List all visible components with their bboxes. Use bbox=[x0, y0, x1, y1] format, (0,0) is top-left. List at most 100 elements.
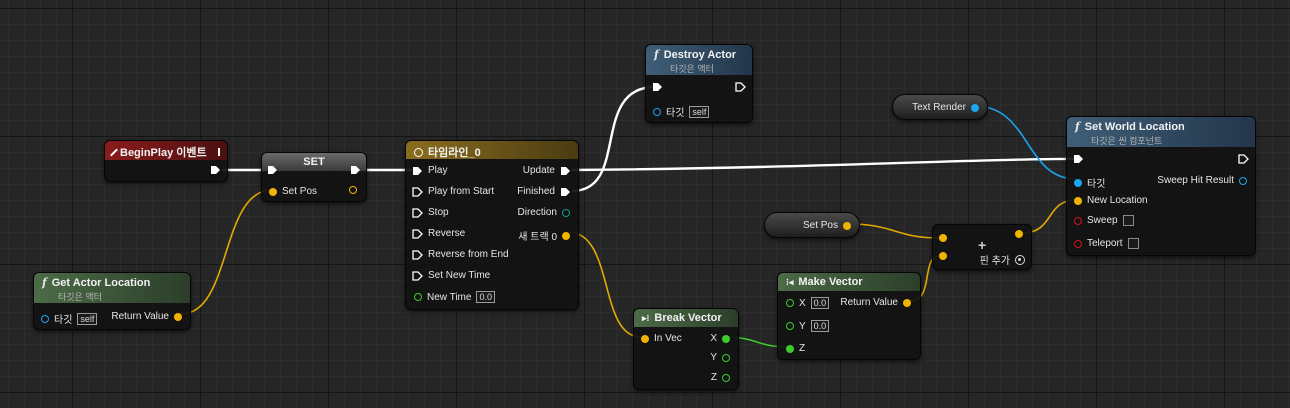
exec-out-pin[interactable] bbox=[1238, 154, 1249, 164]
sweep-pin[interactable] bbox=[1074, 216, 1082, 225]
destroy-title: Destroy Actor bbox=[663, 48, 737, 61]
x-out-pin[interactable] bbox=[722, 334, 730, 343]
stop-label: Stop bbox=[428, 207, 449, 218]
setpos-getter-node[interactable]: Set Pos bbox=[764, 212, 860, 238]
timeline-node[interactable]: 타임라인_0 Play Play from Start Stop Reverse… bbox=[405, 140, 579, 310]
text-render-label: Text Render bbox=[912, 102, 966, 113]
sweep-label: Sweep bbox=[1087, 215, 1118, 226]
break-vector-node[interactable]: ▸⁝ Break Vector In Vec X Y Z bbox=[633, 308, 739, 390]
finished-exec-pin[interactable] bbox=[560, 187, 571, 197]
new-location-pin[interactable] bbox=[1074, 196, 1082, 205]
event-delegate-icon bbox=[217, 148, 220, 156]
target-pin[interactable] bbox=[653, 107, 661, 116]
teleport-label: Teleport bbox=[1087, 238, 1123, 249]
play-exec-pin[interactable] bbox=[412, 166, 423, 176]
destroy-actor-node[interactable]: f Destroy Actor 타깃은 액터 타깃 self bbox=[645, 44, 753, 123]
target-label: 타깃 bbox=[666, 108, 685, 119]
y-input[interactable]: 0.0 bbox=[810, 320, 830, 332]
direction-label: Direction bbox=[517, 207, 557, 218]
z-out-pin[interactable] bbox=[722, 373, 730, 382]
new-track-label: 새 트랙 0 bbox=[518, 232, 557, 243]
vector-wire-setpos-add bbox=[847, 223, 941, 239]
target-pin[interactable] bbox=[1074, 178, 1082, 187]
makevec-title: Make Vector bbox=[798, 276, 863, 288]
f-icon: f bbox=[42, 276, 47, 289]
target-label: 타깃 bbox=[54, 315, 73, 326]
reverse-exec-pin[interactable] bbox=[412, 228, 423, 239]
set-world-location-node[interactable]: f Set World Location 타깃은 씬 컴포넌트 타깃 Sweep … bbox=[1066, 116, 1256, 256]
set-new-time-label: Set New Time bbox=[428, 270, 491, 281]
play-label: Play bbox=[428, 165, 448, 176]
beginplay-node[interactable]: BeginPlay 이벤트 bbox=[104, 140, 228, 182]
break-struct-icon: ▸⁝ bbox=[642, 312, 650, 323]
direction-pin[interactable] bbox=[562, 208, 570, 217]
new-time-input[interactable]: 0.0 bbox=[476, 291, 495, 303]
finished-label: Finished bbox=[517, 186, 555, 197]
y-label: Y bbox=[710, 352, 717, 363]
sweep-checkbox[interactable] bbox=[1122, 215, 1134, 226]
getloc-subtitle: 타깃은 액터 bbox=[58, 292, 102, 302]
event-diamond-icon bbox=[110, 148, 118, 156]
timeline-title: 타임라인_0 bbox=[428, 147, 481, 159]
z-label: Z bbox=[799, 343, 806, 354]
setworld-title: Set World Location bbox=[1084, 120, 1185, 133]
add-pin-icon[interactable] bbox=[1015, 254, 1025, 265]
set-new-time-exec-pin[interactable] bbox=[412, 270, 423, 281]
teleport-pin[interactable] bbox=[1074, 239, 1082, 248]
target-pin[interactable] bbox=[41, 314, 49, 323]
return-value-pin[interactable] bbox=[174, 312, 182, 321]
breakvec-title: Break Vector bbox=[654, 312, 722, 324]
target-self-value[interactable]: self bbox=[689, 105, 710, 118]
make-vector-node[interactable]: ⁝◂ Make Vector X 0.0 Y 0.0 Z Return Value bbox=[777, 272, 921, 360]
z-label: Z bbox=[710, 372, 717, 383]
add-pin-label[interactable]: 핀 추가 bbox=[980, 252, 1010, 267]
target-self-value[interactable]: self bbox=[77, 312, 98, 325]
setpos-getter-label: Set Pos bbox=[802, 220, 838, 231]
setworld-subtitle: 타깃은 씬 컴포넌트 bbox=[1091, 136, 1163, 146]
y-out-pin[interactable] bbox=[722, 353, 730, 362]
setpos-in-pin[interactable] bbox=[269, 187, 277, 196]
update-exec-pin[interactable] bbox=[560, 166, 571, 176]
teleport-checkbox[interactable] bbox=[1127, 238, 1139, 249]
play-from-start-exec-pin[interactable] bbox=[412, 186, 423, 197]
f-icon: f bbox=[1075, 120, 1080, 133]
text-render-pin[interactable] bbox=[971, 103, 979, 112]
text-render-node[interactable]: Text Render bbox=[892, 94, 988, 120]
add-in-a-pin[interactable] bbox=[939, 234, 947, 242]
y-in-pin[interactable] bbox=[786, 322, 794, 330]
vector-wire-getloc-setpos bbox=[180, 189, 273, 315]
setpos-getter-pin[interactable] bbox=[843, 221, 851, 230]
exec-in-pin[interactable] bbox=[1073, 154, 1084, 164]
setpos-out-pin[interactable] bbox=[349, 186, 357, 194]
exec-in-pin[interactable] bbox=[652, 82, 663, 92]
make-struct-icon: ⁝◂ bbox=[786, 276, 794, 287]
in-vec-pin[interactable] bbox=[641, 334, 649, 343]
x-label: X bbox=[710, 333, 717, 344]
f-icon: f bbox=[654, 48, 659, 61]
stop-exec-pin[interactable] bbox=[412, 207, 423, 218]
return-value-label: Return Value bbox=[111, 311, 169, 322]
sweep-hit-pin[interactable] bbox=[1239, 176, 1247, 185]
exec-out-pin[interactable] bbox=[210, 165, 221, 175]
new-location-label: New Location bbox=[1087, 195, 1148, 206]
destroy-subtitle: 타깃은 액터 bbox=[670, 64, 714, 74]
new-track-pin[interactable] bbox=[562, 231, 570, 240]
exec-out-pin[interactable] bbox=[735, 82, 746, 92]
reverse-from-end-exec-pin[interactable] bbox=[412, 249, 423, 260]
add-out-pin[interactable] bbox=[1015, 230, 1023, 238]
exec-out-pin[interactable] bbox=[350, 165, 361, 175]
new-time-pin[interactable] bbox=[414, 293, 422, 301]
play-from-start-label: Play from Start bbox=[428, 186, 495, 197]
z-in-pin[interactable] bbox=[786, 344, 794, 353]
set-node[interactable]: SET Set Pos bbox=[261, 152, 367, 202]
exec-in-pin[interactable] bbox=[267, 165, 278, 175]
x-input[interactable]: 0.0 bbox=[810, 297, 830, 309]
beginplay-title: BeginPlay 이벤트 bbox=[120, 147, 207, 159]
sweep-hit-label: Sweep Hit Result bbox=[1157, 175, 1234, 186]
get-actor-location-node[interactable]: f Get Actor Location 타깃은 액터 타깃 self Return… bbox=[33, 272, 191, 330]
x-in-pin[interactable] bbox=[786, 299, 794, 307]
return-value-pin[interactable] bbox=[903, 298, 911, 307]
vector-add-node[interactable]: + 핀 추가 bbox=[932, 224, 1032, 270]
return-value-label: Return Value bbox=[840, 297, 898, 308]
add-in-b-pin[interactable] bbox=[939, 252, 947, 260]
